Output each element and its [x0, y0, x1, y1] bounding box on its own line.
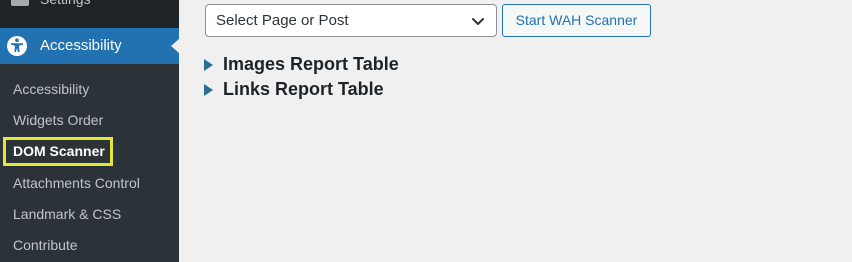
page-or-post-select[interactable]: Select Page or Post: [205, 4, 497, 37]
sidebar-item-label: Accessibility: [40, 37, 122, 54]
report-title: Images Report Table: [223, 54, 399, 74]
select-value: Select Page or Post: [216, 12, 349, 29]
sidebar-item-label: Settings: [40, 0, 91, 8]
sidebar-item-accessibility[interactable]: Accessibility: [0, 28, 179, 64]
chevron-down-icon: [472, 18, 484, 25]
submenu-item-contribute[interactable]: Contribute: [13, 236, 78, 254]
submenu-item-accessibility[interactable]: Accessibility: [13, 80, 89, 98]
settings-icon: [11, 0, 29, 6]
sidebar-item-settings[interactable]: Settings: [0, 0, 179, 12]
current-menu-arrow: [171, 39, 179, 53]
submenu-item-attachments-control[interactable]: Attachments Control: [13, 174, 140, 192]
report-title: Links Report Table: [223, 79, 384, 99]
submenu-item-landmark-css[interactable]: Landmark & CSS: [13, 205, 121, 223]
triangle-right-icon: [204, 84, 213, 96]
universal-access-icon: [7, 36, 27, 56]
triangle-right-icon: [204, 59, 213, 71]
start-wah-scanner-button[interactable]: Start WAH Scanner: [502, 4, 651, 37]
admin-sidebar: Settings Accessibility Accessibility Wid…: [0, 0, 179, 262]
highlight-box: [3, 137, 113, 166]
submenu-item-widgets-order[interactable]: Widgets Order: [13, 111, 103, 129]
